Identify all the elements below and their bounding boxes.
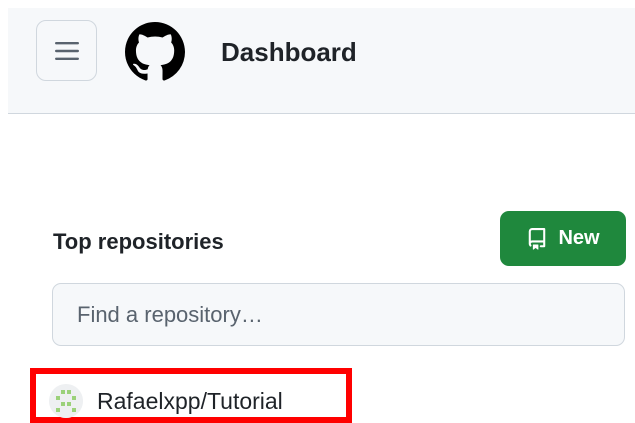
dashboard-page: Dashboard Top repositories New Rafaelxpp… <box>0 0 635 423</box>
menu-button[interactable] <box>36 20 97 81</box>
repo-list-item[interactable]: Rafaelxpp/Tutorial <box>49 384 283 418</box>
top-header: Dashboard <box>8 8 635 114</box>
top-repositories-heading: Top repositories <box>53 229 224 254</box>
github-logo-icon[interactable] <box>125 22 185 82</box>
new-repository-button[interactable]: New <box>500 211 626 266</box>
hamburger-icon <box>54 41 79 60</box>
repo-icon <box>529 227 546 250</box>
identicon-avatar <box>49 384 83 418</box>
repo-name-link[interactable]: Rafaelxpp/Tutorial <box>97 387 283 415</box>
new-button-label: New <box>558 227 600 249</box>
find-repository-input[interactable] <box>52 283 625 346</box>
page-title[interactable]: Dashboard <box>221 36 357 68</box>
